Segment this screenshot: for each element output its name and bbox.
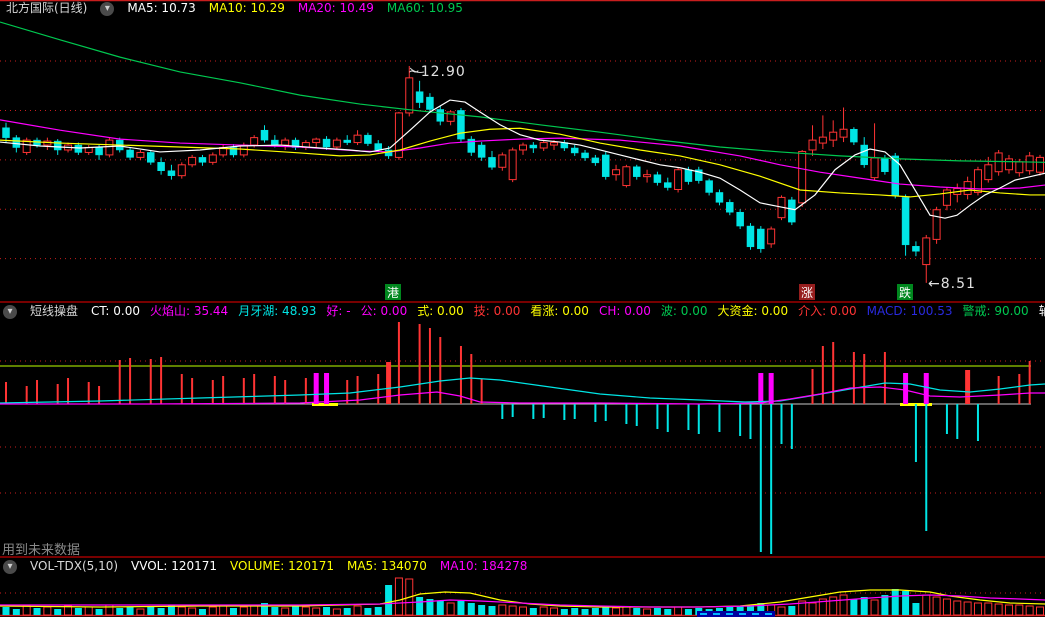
chevron-down-icon[interactable]: ▾ — [3, 559, 17, 574]
volume-field-3: MA10: 184278 — [439, 559, 528, 573]
indicator-field-2: 月牙湖: 48.93 — [238, 304, 317, 318]
market-badge-1: 涨 — [799, 284, 815, 300]
indicator-field-8: CH: 0.00 — [598, 304, 651, 318]
volume-indicator-name: VOL-TDX(5,10) — [30, 559, 119, 573]
indicator-header: ▾ 短线操盘 CT: 0.00 火焰山: 35.44 月牙湖: 48.93 好: - 公… — [3, 304, 1045, 319]
indicator-field-0: CT: 0.00 — [91, 304, 140, 318]
volume-field-2: MA5: 134070 — [346, 559, 427, 573]
indicator-field-5: 式: 0.00 — [417, 304, 464, 318]
volume-field-1: VOLUME: 120171 — [230, 559, 334, 573]
volume-field-0: VVOL: 120171 — [131, 559, 218, 573]
indicator-field-10: 大资金: 0.00 — [717, 304, 789, 318]
peak-price-annotation: ~12.90 — [408, 64, 466, 80]
indicator-field-7: 看涨: 0.00 — [530, 304, 589, 318]
indicator-field-3: 好: - — [326, 304, 351, 318]
chevron-down-icon[interactable]: ▾ — [100, 1, 115, 16]
indicator-field-6: 技: 0.00 — [473, 304, 521, 318]
indicator-field-13: 警戒: 90.00 — [962, 304, 1029, 318]
volume-header: ▾ VOL-TDX(5,10) VVOL: 120171 VOLUME: 1201… — [3, 559, 527, 574]
indicator-field-4: 公: 0.00 — [360, 304, 408, 318]
market-badge-0: 港 — [385, 284, 401, 300]
main-chart-header: 北方国际(日线) ▾ MA5: 10.73 MA10: 10.29 MA20: 10… — [6, 1, 463, 16]
market-badge-2: 跌 — [897, 284, 913, 300]
chevron-down-icon[interactable]: ▾ — [3, 304, 17, 319]
ma-field-1: MA10: 10.29 — [208, 1, 285, 15]
indicator-name: 短线操盘 — [30, 304, 79, 318]
indicator-field-12: MACD: 100.53 — [866, 304, 953, 318]
indicator-field-11: 介入: 0.00 — [798, 304, 857, 318]
indicator-field-14: 轴: 0.00 — [1038, 304, 1045, 318]
horizontal-scrollbar-thumb[interactable] — [697, 611, 775, 617]
ma-field-0: MA5: 10.73 — [127, 1, 196, 15]
ma-field-2: MA20: 10.49 — [297, 1, 374, 15]
stock-app-window: { "colors":{"red":"#ff3434","dark_red":"… — [0, 0, 1045, 617]
stock-title: 北方国际(日线) — [6, 1, 88, 15]
indicator-field-9: 波: 0.00 — [660, 304, 708, 318]
indicator-field-1: 火焰山: 35.44 — [149, 304, 229, 318]
ma-field-3: MA60: 10.95 — [386, 1, 463, 15]
future-data-note: 用到未来数据 — [2, 543, 81, 558]
low-price-annotation: ←8.51 — [928, 276, 976, 292]
